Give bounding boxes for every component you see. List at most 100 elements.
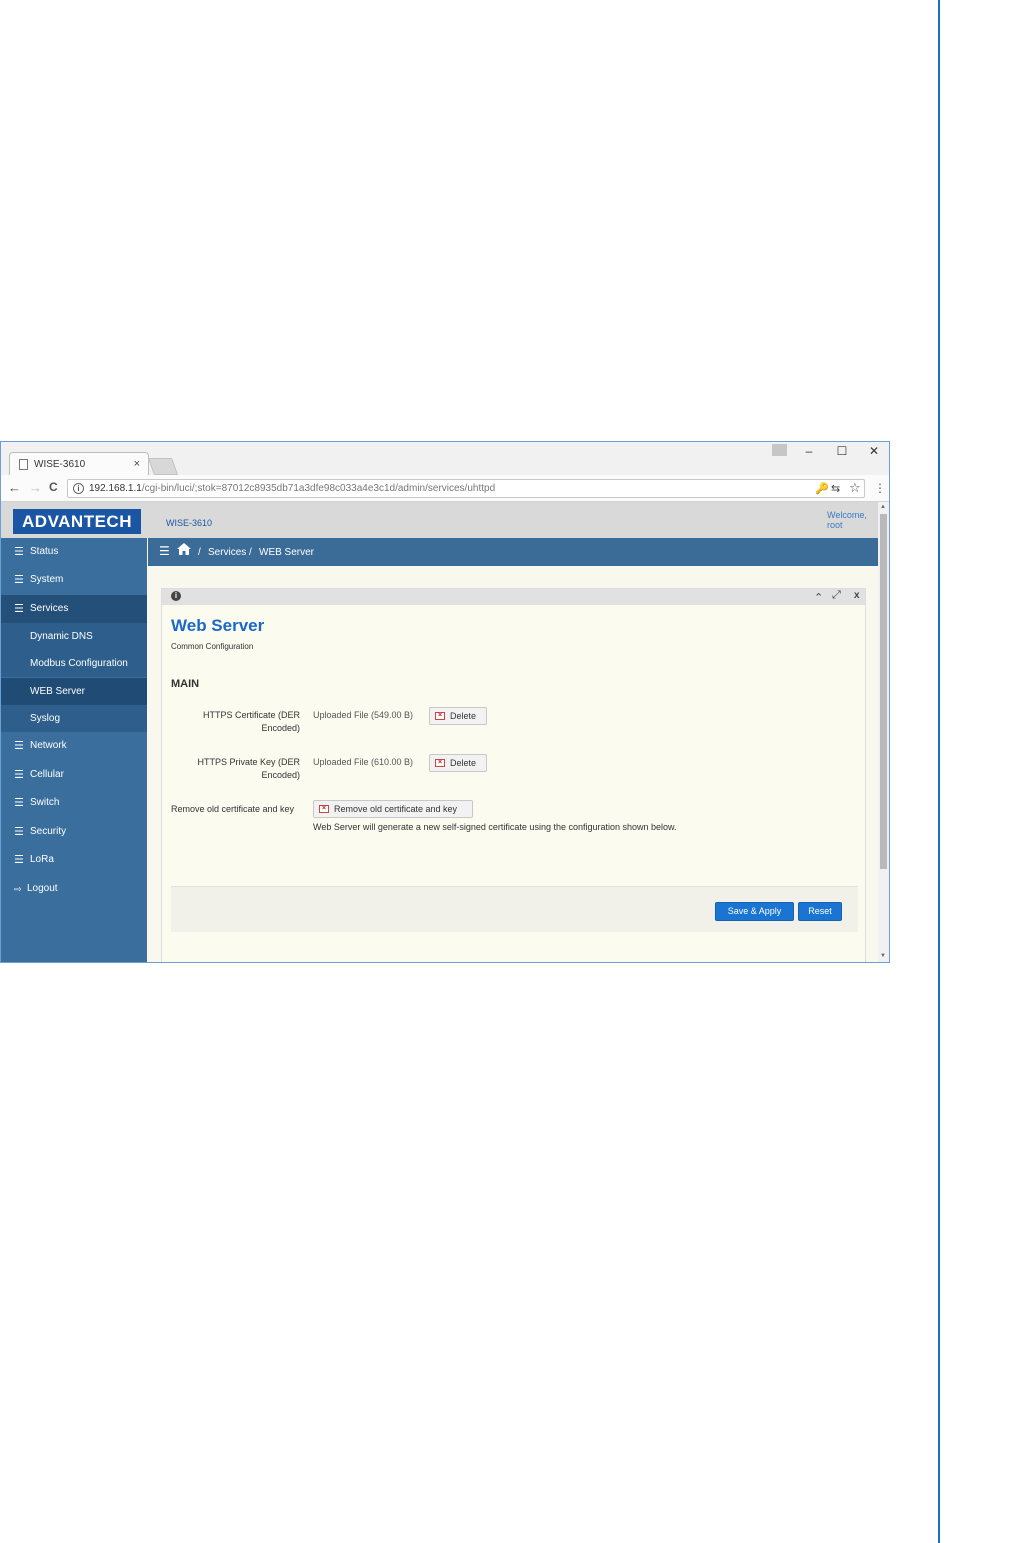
- breadcrumb: ☰ / Services / WEB Server: [148, 538, 878, 566]
- menu-toggle-icon[interactable]: ☰: [159, 544, 170, 558]
- breadcrumb-services[interactable]: Services: [208, 547, 246, 558]
- sidebar: ☰ Status ☰ System ☰ Services Dynamic DNS…: [1, 538, 147, 962]
- minimize-icon[interactable]: –: [797, 444, 821, 458]
- list-icon: ☰: [14, 797, 24, 809]
- app-header: ADVANTECH WISE-3610 Welcome, root: [1, 502, 878, 538]
- sidebar-subitem-label: Modbus Configuration: [30, 658, 128, 669]
- delete-icon: ×: [435, 712, 445, 720]
- info-icon: i: [171, 591, 181, 601]
- list-icon: ☰: [14, 603, 24, 615]
- sidebar-subitem-syslog[interactable]: Syslog: [1, 705, 147, 732]
- reload-icon[interactable]: C: [49, 480, 58, 494]
- delete-button-label: Delete: [450, 711, 477, 721]
- sidebar-item-status[interactable]: ☰ Status: [1, 538, 147, 566]
- page-viewport: ADVANTECH WISE-3610 Welcome, root ☰ Stat…: [1, 502, 889, 962]
- address-bar[interactable]: i 192.168.1.1/cgi-bin/luci/;stok=87012c8…: [67, 479, 865, 498]
- bookmark-star-icon[interactable]: ☆: [849, 480, 861, 496]
- url-text: 192.168.1.1/cgi-bin/luci/;stok=87012c893…: [89, 483, 495, 494]
- site-info-icon[interactable]: i: [73, 483, 84, 494]
- list-icon: ☰: [14, 854, 24, 866]
- browser-tab[interactable]: WISE-3610 ×: [9, 452, 149, 476]
- https-certificate-label: HTTPS Certificate (DER Encoded): [202, 710, 300, 733]
- forward-icon[interactable]: →: [29, 480, 42, 495]
- delete-private-key-button[interactable]: × Delete: [429, 754, 487, 772]
- sidebar-item-system[interactable]: ☰ System: [1, 566, 147, 594]
- translate-icon[interactable]: ⇆: [831, 482, 840, 495]
- new-tab-button[interactable]: [147, 458, 179, 475]
- key-icon[interactable]: 🔑: [815, 482, 829, 495]
- delete-icon: ×: [319, 805, 329, 813]
- save-apply-button[interactable]: Save & Apply: [715, 902, 794, 921]
- reset-button[interactable]: Reset: [798, 902, 842, 921]
- vertical-scrollbar[interactable]: ▲ ▼: [878, 502, 889, 962]
- remove-button-label: Remove old certificate and key: [334, 804, 458, 814]
- breadcrumb-separator: /: [249, 547, 252, 558]
- collapse-icon[interactable]: ⌃: [814, 591, 823, 604]
- sidebar-item-label: Switch: [30, 797, 60, 808]
- page-title: Web Server: [171, 616, 265, 635]
- list-icon: ☰: [14, 574, 24, 586]
- maximize-icon[interactable]: ☐: [830, 444, 854, 458]
- sidebar-subitem-label: WEB Server: [30, 686, 86, 697]
- browser-tabbar: WISE-3610 × – ☐ ✕: [1, 442, 889, 476]
- url-path: /cgi-bin/luci/;stok=87012c8935db71a3dfe9…: [141, 483, 496, 494]
- back-icon[interactable]: ←: [8, 480, 21, 495]
- sidebar-item-label: Status: [30, 546, 59, 557]
- sidebar-item-switch[interactable]: ☰ Switch: [1, 789, 147, 817]
- list-icon: ☰: [14, 826, 24, 838]
- sidebar-subitem-label: Syslog: [30, 713, 61, 724]
- sidebar-item-logout[interactable]: ⇨ Logout: [1, 875, 147, 903]
- list-icon: ☰: [14, 740, 24, 752]
- section-title: MAIN: [171, 678, 200, 690]
- brand-logo: ADVANTECH: [13, 509, 141, 534]
- tab-title: WISE-3610: [34, 459, 86, 470]
- close-panel-icon[interactable]: x: [854, 590, 860, 601]
- browser-window: WISE-3610 × – ☐ ✕ ← → C i 192.168.1.1/cg…: [0, 441, 890, 963]
- delete-certificate-button[interactable]: × Delete: [429, 707, 487, 725]
- scroll-up-icon[interactable]: ▲: [880, 504, 886, 510]
- https-private-key-value: Uploaded File (610.00 B): [313, 757, 414, 767]
- page-subtitle: Common Configuration: [171, 642, 254, 651]
- breadcrumb-separator: /: [198, 547, 201, 558]
- home-icon[interactable]: [177, 543, 191, 555]
- sidebar-item-label: Security: [30, 826, 67, 837]
- welcome-line: Welcome,: [827, 510, 867, 520]
- remove-certificate-button[interactable]: × Remove old certificate and key: [313, 800, 473, 818]
- page-margin-rule: [938, 0, 940, 1543]
- list-icon: ☰: [14, 546, 24, 558]
- browser-toolbar: ← → C i 192.168.1.1/cgi-bin/luci/;stok=8…: [1, 475, 889, 502]
- sidebar-item-services[interactable]: ☰ Services: [1, 595, 147, 623]
- sidebar-item-security[interactable]: ☰ Security: [1, 818, 147, 846]
- browser-menu-icon[interactable]: ⋮: [874, 481, 886, 495]
- sidebar-item-cellular[interactable]: ☰ Cellular: [1, 761, 147, 789]
- panel-header: i ⌃ ⤢ x: [162, 589, 865, 605]
- content-panel: i ⌃ ⤢ x Web Server Common Configuration …: [161, 588, 866, 962]
- scrollbar-thumb[interactable]: [880, 514, 887, 869]
- close-window-icon[interactable]: ✕: [862, 444, 886, 458]
- sidebar-subitem-modbus[interactable]: Modbus Configuration: [1, 650, 147, 677]
- sidebar-item-network[interactable]: ☰ Network: [1, 732, 147, 760]
- sidebar-subitem-dynamic-dns[interactable]: Dynamic DNS: [1, 623, 147, 650]
- delete-icon: ×: [435, 759, 445, 767]
- welcome-text: Welcome, root: [827, 510, 867, 530]
- panel-footer: Save & Apply Reset: [171, 886, 858, 932]
- sidebar-item-label: System: [30, 574, 64, 585]
- profile-icon[interactable]: [772, 444, 787, 456]
- scroll-down-icon[interactable]: ▼: [880, 953, 886, 959]
- delete-button-label: Delete: [450, 758, 477, 768]
- remove-certificate-note: Web Server will generate a new self-sign…: [313, 822, 677, 832]
- device-model: WISE-3610: [166, 518, 213, 528]
- list-icon: ☰: [14, 769, 24, 781]
- tab-close-icon[interactable]: ×: [134, 458, 140, 470]
- breadcrumb-current: WEB Server: [259, 547, 315, 558]
- sidebar-item-lora[interactable]: ☰ LoRa: [1, 846, 147, 874]
- sidebar-item-label: Cellular: [30, 769, 64, 780]
- remove-certificate-label: Remove old certificate and key: [171, 804, 295, 814]
- sidebar-subitem-web-server[interactable]: WEB Server: [1, 678, 147, 705]
- username: root: [827, 520, 843, 530]
- expand-icon[interactable]: ⤢: [832, 589, 841, 602]
- url-host: 192.168.1.1: [89, 483, 142, 494]
- logout-icon: ⇨: [14, 884, 22, 894]
- sidebar-item-label: Services: [30, 603, 69, 614]
- https-certificate-value: Uploaded File (549.00 B): [313, 710, 414, 720]
